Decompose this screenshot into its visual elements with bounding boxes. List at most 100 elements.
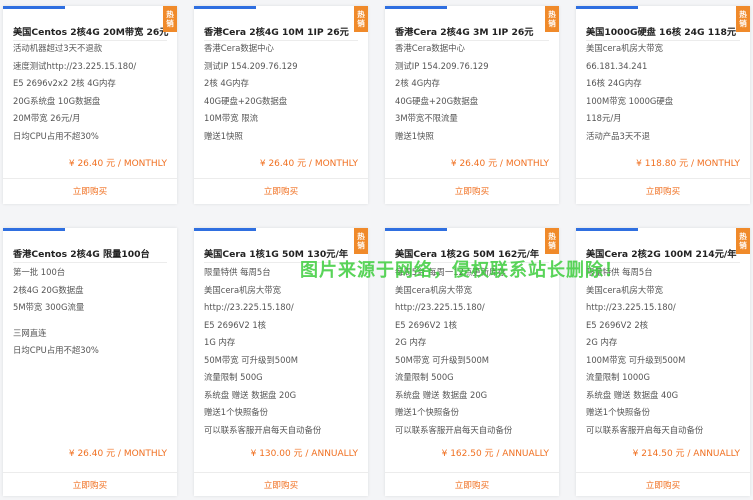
price-label: ¥ 26.40 元 / MONTHLY — [450, 159, 549, 169]
feature-item: 40G硬盘+20G数据盘 — [204, 95, 288, 106]
feature-item: 可以联系客服开启每天自动备份 — [586, 424, 704, 435]
feature-list: 香港Cera数据中心测试IP 154.209.76.129 2核 4G内存 40G硬… — [204, 40, 362, 145]
feature-item: 流量限制 1000G — [586, 372, 650, 382]
product-card: 香港Centos 2核4G 限量100台 第一批 100台 2核4G 20G数据盘 5… — [3, 228, 177, 496]
feature-item — [13, 317, 171, 325]
feature-item: 可以联系客服开启每天自动备份 — [204, 424, 322, 435]
card-title: 美国Cera 1核1G 50M 130元/年 — [204, 249, 349, 260]
buy-now-button[interactable]: 立即购买 — [3, 178, 177, 204]
hot-badge: 热销 — [736, 228, 750, 254]
feature-item: 10M带宽 限流 — [204, 113, 259, 123]
feature-item: 16核 24G内存 — [586, 78, 642, 88]
feature-item: 2G 内存 — [586, 337, 618, 347]
buy-now-button[interactable]: 立即购买 — [576, 178, 750, 204]
feature-item: 20G系统盘 10G数据盘 — [13, 95, 101, 106]
hot-badge: 热销 — [354, 228, 368, 254]
feature-item: 美国cera机房大带宽 — [204, 284, 281, 295]
card-accent-bar — [3, 228, 65, 231]
feature-item: 赠送1个快照备份 — [204, 407, 268, 417]
product-card: 香港Cera 2核4G 3M 1IP 26元 热销 香港Cera数据中心 测试IP 1… — [385, 6, 559, 204]
price-label: ¥ 26.40 元 / MONTHLY — [259, 159, 358, 169]
feature-item: 2核4G 20G数据盘 — [13, 284, 84, 295]
feature-item: 20M带宽 26元/月 — [13, 113, 81, 123]
feature-item: http://23.225.15.180/ — [204, 302, 294, 312]
card-title: 美国1000G硬盘 16核 24G 118元 — [586, 27, 737, 38]
title-divider — [13, 262, 167, 263]
feature-item: 100M带宽 1000G硬盘 — [586, 95, 674, 106]
card-accent-bar — [576, 228, 638, 231]
buy-now-button[interactable]: 立即购买 — [385, 178, 559, 204]
card-title: 香港Cera 2核4G 10M 1IP 26元 — [204, 27, 349, 38]
card-accent-bar — [194, 6, 256, 9]
feature-item: 50M带宽 可升级到500M — [204, 354, 299, 365]
title-divider — [395, 262, 549, 263]
card-title: 香港Centos 2核4G 限量100台 — [13, 249, 150, 260]
feature-item: 66.181.34.241 — [586, 60, 648, 71]
title-divider — [586, 262, 740, 263]
feature-item: 第一批 100台 — [13, 267, 66, 277]
buy-now-button[interactable]: 立即购买 — [576, 472, 750, 496]
feature-item: http://23.225.15.180/ — [586, 302, 676, 312]
card-accent-bar — [194, 228, 256, 231]
feature-list: 第一批 100台 2核4G 20G数据盘 5M带宽 300G流量 三网直连日均CPU占… — [13, 264, 171, 360]
feature-item: 速度测试http://23.225.15.180/ — [13, 60, 137, 71]
feature-item: 系统盘 赠送 数据盘 40G — [586, 389, 679, 400]
feature-item: 赠送1快照 — [395, 130, 434, 141]
feature-list: 活动机器超过3天不退款速度测试http://23.225.15.180/E5 2… — [13, 40, 171, 145]
feature-item: 2G 内存 — [395, 337, 427, 347]
feature-item: 系统盘 赠送 数据盘 20G — [395, 389, 488, 400]
product-card: 美国1000G硬盘 16核 24G 118元 热销美国cera机房大带宽 66.18… — [576, 6, 750, 204]
feature-item: 2核 4G内存 — [204, 78, 249, 88]
feature-list: 美国cera机房大带宽 66.181.34.241 16核 24G内存 100M带宽 … — [586, 40, 744, 145]
product-card: 香港Cera 2核4G 10M 1IP 26元 热销香港Cera数据中心测试IP … — [194, 6, 368, 204]
feature-item: E5 2696v2x2 2核 4G内存 — [13, 78, 116, 88]
feature-item: 香港Cera数据中心 — [204, 43, 274, 53]
feature-item: E5 2696V2 1核 — [204, 319, 267, 330]
price-label: ¥ 26.40 元 / MONTHLY — [68, 449, 167, 459]
card-title: 美国Cera 1核2G 50M 162元/年 — [395, 249, 540, 260]
hot-badge: 热销 — [545, 6, 559, 32]
product-card: 美国Centos 2核4G 20M带宽 26元 热销活动机器超过3天不退款速度测试… — [3, 6, 177, 204]
feature-item: 日均CPU占用不超30% — [13, 130, 99, 141]
feature-item: 测试IP 154.209.76.129 — [204, 60, 298, 71]
title-divider — [204, 262, 358, 263]
buy-now-button[interactable]: 立即购买 — [194, 472, 368, 496]
feature-item: 赠送1个快照备份 — [395, 407, 459, 417]
feature-item: 测试IP 154.209.76.129 — [395, 60, 489, 71]
feature-item: 50M带宽 可升级到500M — [395, 354, 490, 365]
hot-badge: 热销 — [545, 228, 559, 254]
feature-list: 每周5台 每周一12点更新库存 美国cera机房大带宽 http://23.225.… — [395, 264, 553, 439]
card-title: 香港Cera 2核4G 3M 1IP 26元 — [395, 27, 534, 38]
price-label: ¥ 214.50 元 / ANNUALLY — [632, 449, 740, 459]
buy-now-button[interactable]: 立即购买 — [385, 472, 559, 496]
feature-item: E5 2696V2 2核 — [586, 319, 649, 330]
card-accent-bar — [385, 228, 447, 231]
feature-item: 三网直连 — [13, 327, 47, 338]
feature-item: 系统盘 赠送 数据盘 20G — [204, 389, 297, 400]
feature-item: 每周5台 每周一12点更新库存 — [395, 267, 506, 277]
hot-badge: 热销 — [163, 6, 177, 32]
feature-item: 限量特供 每周5台 — [204, 267, 271, 277]
price-label: ¥ 162.50 元 / ANNUALLY — [441, 449, 549, 459]
product-card: 美国Cera 1核2G 50M 162元/年 热销每周5台 每周一12点更新库存美… — [385, 228, 559, 496]
product-card: 美国Cera 2核2G 100M 214元/年 热销 限量特供 每周5台 美国cera… — [576, 228, 750, 496]
price-label: ¥ 130.00 元 / ANNUALLY — [250, 449, 358, 459]
card-accent-bar — [385, 6, 447, 9]
feature-item: 活动机器超过3天不退款 — [13, 43, 103, 53]
hot-badge: 热销 — [354, 6, 368, 32]
feature-item: 美国cera机房大带宽 — [586, 43, 663, 53]
feature-item: 100M带宽 可升级到500M — [586, 354, 686, 365]
feature-item: 活动产品3天不退 — [586, 130, 650, 141]
buy-now-button[interactable]: 立即购买 — [3, 472, 177, 496]
price-label: ¥ 26.40 元 / MONTHLY — [68, 159, 167, 169]
feature-item: 40G硬盘+20G数据盘 — [395, 95, 479, 106]
feature-item: 日均CPU占用不超30% — [13, 345, 99, 355]
feature-item: 限量特供 每周5台 — [586, 267, 653, 277]
feature-item: 118元/月 — [586, 113, 622, 123]
feature-list: 限量特供 每周5台 美国cera机房大带宽 http://23.225.15.180… — [204, 264, 362, 439]
product-card: 美国Cera 1核1G 50M 130元/年 热销限量特供 每周5台 美国cera机… — [194, 228, 368, 496]
feature-item: 5M带宽 300G流量 — [13, 302, 85, 312]
buy-now-button[interactable]: 立即购买 — [194, 178, 368, 204]
hot-badge: 热销 — [736, 6, 750, 32]
card-title: 美国Centos 2核4G 20M带宽 26元 — [13, 27, 169, 38]
